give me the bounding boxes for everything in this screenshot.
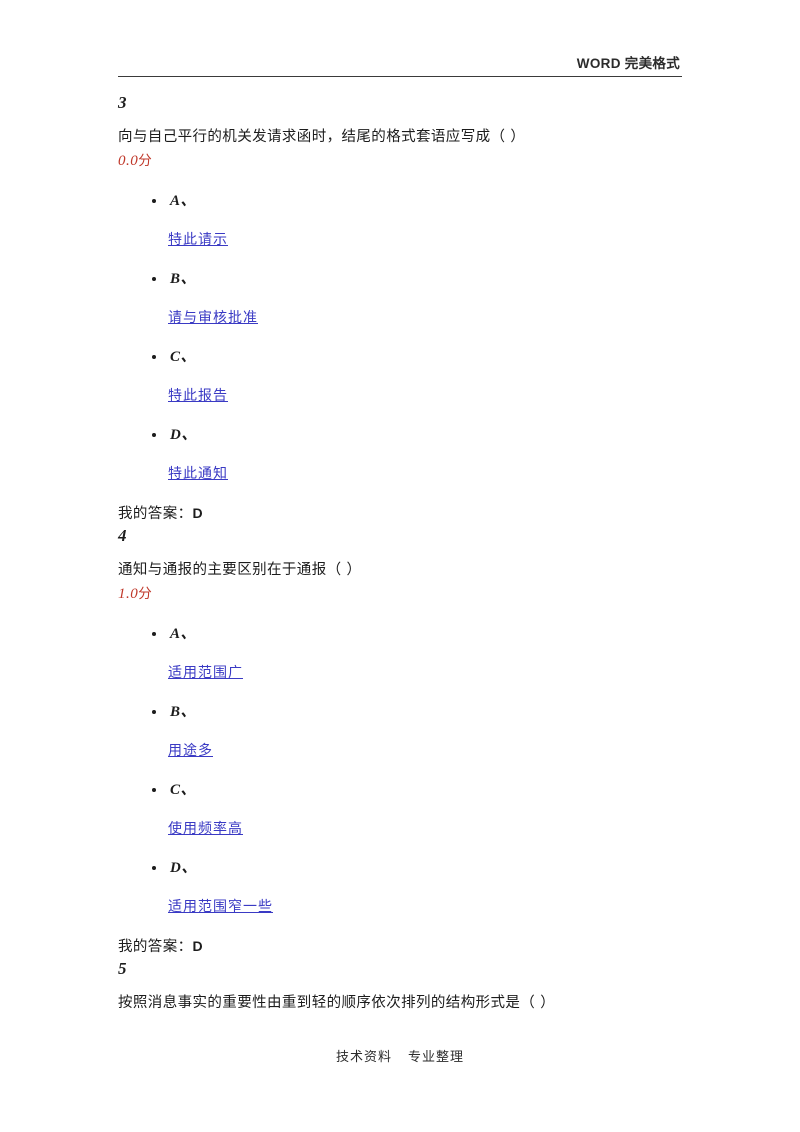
option-letter-row: D、 (118, 416, 718, 454)
option-letter-row: D、 (118, 849, 718, 887)
page-header: WORD 完美格式 (118, 56, 682, 77)
my-answer-value: D (192, 505, 203, 521)
option-link[interactable]: 适用范围广 (168, 665, 243, 681)
option-text-row: 请与审核批准 (118, 298, 718, 338)
footer-left-text: 技术资料 (335, 1050, 392, 1065)
option-letter: A、 (170, 626, 197, 642)
option-text-row: 适用范围窄一些 (118, 887, 718, 927)
option-item: C、 使用频率高 (118, 771, 718, 849)
option-letter-row: A、 (118, 615, 718, 653)
option-link[interactable]: 适用范围窄一些 (168, 899, 273, 915)
question-number: 3 (118, 93, 127, 112)
my-answer-label: 我的答案： (118, 506, 193, 522)
option-link[interactable]: 特此请示 (168, 232, 228, 248)
bullet-icon (152, 866, 156, 870)
document-body: 3 向与自己平行的机关发请求函时，结尾的格式套语应写成（ ） 0.0分 A、 特… (118, 92, 718, 1014)
option-link[interactable]: 使用频率高 (168, 821, 243, 837)
header-title: WORD 完美格式 (576, 56, 680, 71)
option-item: C、 特此报告 (118, 338, 718, 416)
question-score: 1.0分 (118, 583, 718, 605)
question-block: 3 向与自己平行的机关发请求函时，结尾的格式套语应写成（ ） 0.0分 A、 特… (118, 92, 718, 525)
bullet-icon (152, 199, 156, 203)
option-letter-row: B、 (118, 260, 718, 298)
option-item: A、 特此请示 (118, 182, 718, 260)
option-text-row: 使用频率高 (118, 809, 718, 849)
bullet-icon (152, 632, 156, 636)
question-number: 5 (118, 959, 127, 978)
score-unit: 分 (138, 586, 153, 602)
my-answer: 我的答案：D (118, 935, 718, 958)
option-item: D、 适用范围窄一些 (118, 849, 718, 927)
document-page: WORD 完美格式 3 向与自己平行的机关发请求函时，结尾的格式套语应写成（ ）… (0, 0, 800, 1132)
option-letter: C、 (170, 349, 197, 365)
option-item: A、 适用范围广 (118, 615, 718, 693)
question-block: 5 按照消息事实的重要性由重到轻的顺序依次排列的结构形式是（ ） (118, 958, 718, 1014)
score-value: 1.0 (118, 586, 139, 602)
question-stem: 按照消息事实的重要性由重到轻的顺序依次排列的结构形式是（ ） (118, 995, 556, 1011)
option-text-row: 特此请示 (118, 220, 718, 260)
option-text-row: 用途多 (118, 731, 718, 771)
bullet-icon (152, 788, 156, 792)
bullet-icon (152, 433, 156, 437)
option-list: A、 特此请示 B、 请与审核批准 C、 特此报告 D、 特此通知 (118, 182, 718, 494)
score-unit: 分 (138, 153, 153, 169)
option-link[interactable]: 用途多 (168, 743, 213, 759)
question-score: 0.0分 (118, 150, 718, 172)
score-value: 0.0 (118, 153, 139, 169)
option-text-row: 特此通知 (118, 454, 718, 494)
option-letter-row: B、 (118, 693, 718, 731)
option-letter: B、 (170, 704, 197, 720)
option-list: A、 适用范围广 B、 用途多 C、 使用频率高 D、 适用范围窄一些 (118, 615, 718, 927)
question-stem: 通知与通报的主要区别在于通报（ ） (118, 562, 362, 578)
option-item: B、 请与审核批准 (118, 260, 718, 338)
page-footer: 技术资料 专业整理 (0, 1046, 800, 1066)
option-link[interactable]: 特此通知 (168, 466, 228, 482)
option-letter: D、 (170, 860, 197, 876)
option-letter-row: A、 (118, 182, 718, 220)
option-text-row: 特此报告 (118, 376, 718, 416)
my-answer-label: 我的答案： (118, 939, 193, 955)
option-item: B、 用途多 (118, 693, 718, 771)
question-block: 4 通知与通报的主要区别在于通报（ ） 1.0分 A、 适用范围广 B、 用途多… (118, 525, 718, 958)
my-answer-value: D (192, 938, 203, 954)
question-number: 4 (118, 526, 127, 545)
option-letter: A、 (170, 193, 197, 209)
option-link[interactable]: 请与审核批准 (168, 310, 258, 326)
option-letter: D、 (170, 427, 197, 443)
bullet-icon (152, 710, 156, 714)
my-answer: 我的答案：D (118, 502, 718, 525)
option-letter-row: C、 (118, 771, 718, 809)
option-letter: B、 (170, 271, 197, 287)
bullet-icon (152, 277, 156, 281)
option-letter: C、 (170, 782, 197, 798)
option-link[interactable]: 特此报告 (168, 388, 228, 404)
bullet-icon (152, 355, 156, 359)
question-stem: 向与自己平行的机关发请求函时，结尾的格式套语应写成（ ） (118, 129, 526, 145)
header-divider (118, 76, 682, 77)
option-text-row: 适用范围广 (118, 653, 718, 693)
option-letter-row: C、 (118, 338, 718, 376)
footer-right-text: 专业整理 (408, 1050, 465, 1065)
option-item: D、 特此通知 (118, 416, 718, 494)
